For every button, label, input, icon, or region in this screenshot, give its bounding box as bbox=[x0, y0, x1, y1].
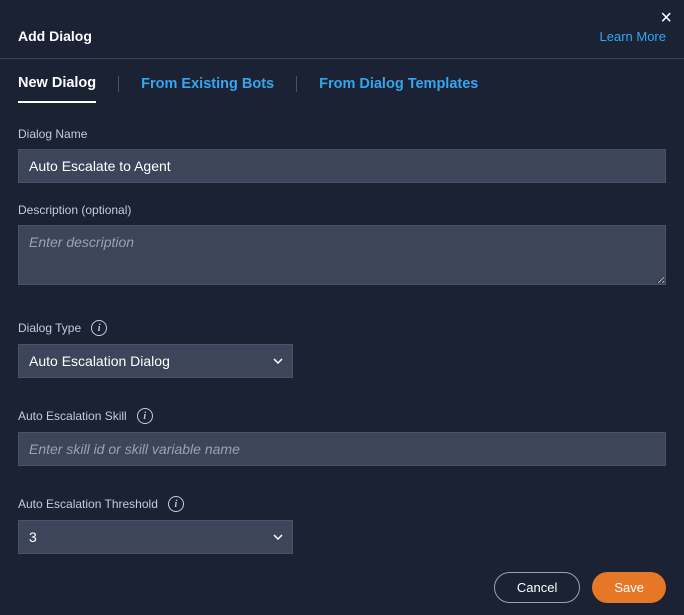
tab-bar: New Dialog From Existing Bots From Dialo… bbox=[0, 59, 684, 103]
learn-more-link[interactable]: Learn More bbox=[600, 29, 666, 44]
escalation-skill-label: Auto Escalation Skill i bbox=[18, 408, 666, 424]
save-button[interactable]: Save bbox=[592, 572, 666, 603]
escalation-threshold-label-text: Auto Escalation Threshold bbox=[18, 497, 158, 511]
escalation-threshold-select[interactable]: 3 bbox=[18, 520, 293, 554]
dialog-footer: Cancel Save bbox=[494, 572, 666, 603]
form-body: Dialog Name Description (optional) Dialo… bbox=[0, 103, 684, 554]
field-escalation-threshold: Auto Escalation Threshold i 3 bbox=[18, 496, 666, 554]
escalation-skill-input[interactable] bbox=[18, 432, 666, 466]
dialog-type-select[interactable]: Auto Escalation Dialog bbox=[18, 344, 293, 378]
cancel-button[interactable]: Cancel bbox=[494, 572, 580, 603]
dialog-name-label: Dialog Name bbox=[18, 127, 666, 141]
field-dialog-name: Dialog Name bbox=[18, 127, 666, 183]
close-icon[interactable]: × bbox=[660, 8, 672, 28]
escalation-skill-label-text: Auto Escalation Skill bbox=[18, 409, 127, 423]
escalation-threshold-select-wrapper: 3 bbox=[18, 520, 293, 554]
dialog-type-label-text: Dialog Type bbox=[18, 321, 81, 335]
dialog-name-input[interactable] bbox=[18, 149, 666, 183]
tab-from-existing-bots[interactable]: From Existing Bots bbox=[141, 76, 274, 102]
tab-new-dialog[interactable]: New Dialog bbox=[18, 75, 96, 103]
info-icon[interactable]: i bbox=[168, 496, 184, 512]
dialog-type-label: Dialog Type i bbox=[18, 320, 666, 336]
description-label: Description (optional) bbox=[18, 203, 666, 217]
info-icon[interactable]: i bbox=[137, 408, 153, 424]
field-dialog-type: Dialog Type i Auto Escalation Dialog bbox=[18, 320, 666, 378]
info-icon[interactable]: i bbox=[91, 320, 107, 336]
tab-separator bbox=[118, 76, 119, 92]
tab-from-dialog-templates[interactable]: From Dialog Templates bbox=[319, 76, 478, 102]
dialog-title: Add Dialog bbox=[18, 28, 92, 44]
escalation-threshold-label: Auto Escalation Threshold i bbox=[18, 496, 666, 512]
dialog-type-select-wrapper: Auto Escalation Dialog bbox=[18, 344, 293, 378]
description-input[interactable] bbox=[18, 225, 666, 285]
field-escalation-skill: Auto Escalation Skill i bbox=[18, 408, 666, 466]
field-description: Description (optional) bbox=[18, 203, 666, 290]
tab-separator bbox=[296, 76, 297, 92]
dialog-header: Add Dialog Learn More bbox=[0, 0, 684, 44]
